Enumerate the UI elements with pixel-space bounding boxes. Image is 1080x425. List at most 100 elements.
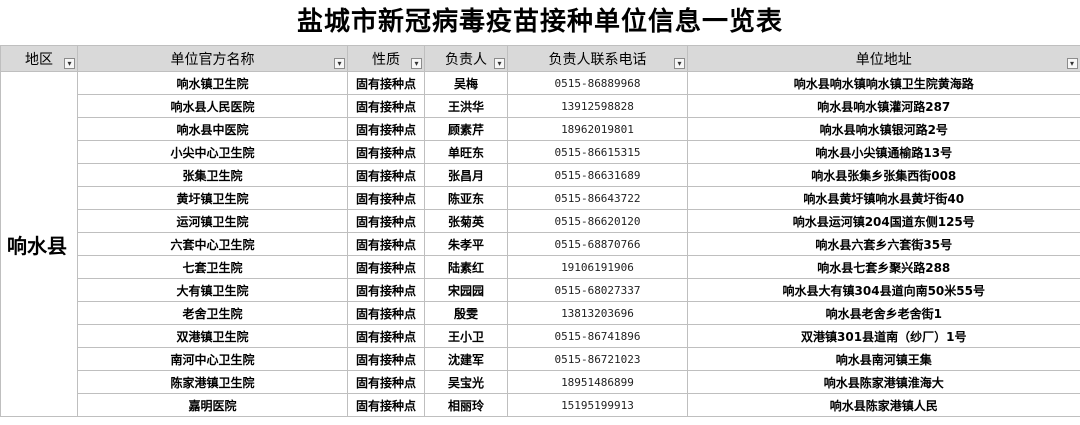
filter-dropdown-icon[interactable]: ▾ — [411, 58, 422, 69]
address-cell[interactable]: 响水县七套乡聚兴路288 — [687, 255, 1080, 279]
table-row: 张集卫生院 固有接种点 张昌月 0515-86631689 响水县张集乡张集西街… — [1, 163, 1080, 187]
person-cell[interactable]: 张昌月 — [424, 163, 508, 187]
nature-cell[interactable]: 固有接种点 — [347, 370, 425, 394]
nature-cell[interactable]: 固有接种点 — [347, 232, 425, 256]
address-cell[interactable]: 响水县六套乡六套街35号 — [687, 232, 1080, 256]
unit-name-cell[interactable]: 嘉明医院 — [77, 393, 348, 417]
person-cell[interactable]: 顾素芹 — [424, 117, 508, 141]
header-address: 单位地址 ▾ — [687, 45, 1080, 72]
person-cell[interactable]: 朱孝平 — [424, 232, 508, 256]
nature-cell[interactable]: 固有接种点 — [347, 163, 425, 187]
filter-dropdown-icon[interactable]: ▾ — [64, 58, 75, 69]
person-cell[interactable]: 吴宝光 — [424, 370, 508, 394]
sheet-title: 盐城市新冠病毒疫苗接种单位信息一览表 — [296, 7, 783, 37]
phone-cell[interactable]: 0515-86615315 — [507, 140, 688, 164]
table-row: 大有镇卫生院 固有接种点 宋园园 0515-68027337 响水县大有镇304… — [1, 278, 1080, 302]
header-nature: 性质 ▾ — [347, 45, 425, 72]
nature-cell[interactable]: 固有接种点 — [347, 255, 425, 279]
phone-cell[interactable]: 0515-86620120 — [507, 209, 688, 233]
address-cell[interactable]: 响水县陈家港镇淮海大 — [687, 370, 1080, 394]
table-row: 七套卫生院 固有接种点 陆素红 19106191906 响水县七套乡聚兴路288 — [1, 255, 1080, 279]
table-row: 双港镇卫生院 固有接种点 王小卫 0515-86741896 双港镇301县道南… — [1, 324, 1080, 348]
unit-name-cell[interactable]: 七套卫生院 — [77, 255, 348, 279]
address-cell[interactable]: 响水县黄圩镇响水县黄圩街40 — [687, 186, 1080, 210]
nature-cell[interactable]: 固有接种点 — [347, 94, 425, 118]
nature-cell[interactable]: 固有接种点 — [347, 117, 425, 141]
table-row: 黄圩镇卫生院 固有接种点 陈亚东 0515-86643722 响水县黄圩镇响水县… — [1, 186, 1080, 210]
header-address-label: 单位地址 — [855, 51, 912, 68]
address-cell[interactable]: 响水县陈家港镇人民 — [687, 393, 1080, 417]
unit-name-cell[interactable]: 双港镇卫生院 — [77, 324, 348, 348]
person-cell[interactable]: 张菊英 — [424, 209, 508, 233]
nature-cell[interactable]: 固有接种点 — [347, 71, 425, 95]
unit-name-cell[interactable]: 六套中心卫生院 — [77, 232, 348, 256]
nature-cell[interactable]: 固有接种点 — [347, 324, 425, 348]
unit-name-cell[interactable]: 南河中心卫生院 — [77, 347, 348, 371]
address-cell[interactable]: 响水县响水镇灌河路287 — [687, 94, 1080, 118]
unit-name-cell[interactable]: 老舍卫生院 — [77, 301, 348, 325]
nature-cell[interactable]: 固有接种点 — [347, 209, 425, 233]
person-cell[interactable]: 陈亚东 — [424, 186, 508, 210]
header-row: 地区 ▾ 单位官方名称 ▾ 性质 ▾ 负责人 ▾ 负责人联系电话 ▾ 单位地址 … — [0, 45, 1080, 72]
address-cell[interactable]: 响水县大有镇304县道向南50米55号 — [687, 278, 1080, 302]
person-cell[interactable]: 陆素红 — [424, 255, 508, 279]
header-region-label: 地区 — [25, 51, 53, 68]
phone-cell[interactable]: 0515-86889968 — [507, 71, 688, 95]
header-phone-label: 负责人联系电话 — [548, 51, 647, 68]
person-cell[interactable]: 吴梅 — [424, 71, 508, 95]
unit-name-cell[interactable]: 陈家港镇卫生院 — [77, 370, 348, 394]
person-cell[interactable]: 宋园园 — [424, 278, 508, 302]
header-region: 地区 ▾ — [0, 45, 78, 72]
phone-cell[interactable]: 13813203696 — [507, 301, 688, 325]
region-cell[interactable]: 响水县 — [0, 71, 78, 417]
nature-cell[interactable]: 固有接种点 — [347, 347, 425, 371]
unit-name-cell[interactable]: 响水镇卫生院 — [77, 71, 348, 95]
person-cell[interactable]: 殷雯 — [424, 301, 508, 325]
unit-name-cell[interactable]: 响水县中医院 — [77, 117, 348, 141]
phone-cell[interactable]: 18951486899 — [507, 370, 688, 394]
nature-cell[interactable]: 固有接种点 — [347, 140, 425, 164]
unit-name-cell[interactable]: 张集卫生院 — [77, 163, 348, 187]
table-row: 陈家港镇卫生院 固有接种点 吴宝光 18951486899 响水县陈家港镇淮海大 — [1, 370, 1080, 394]
unit-name-cell[interactable]: 黄圩镇卫生院 — [77, 186, 348, 210]
address-cell[interactable]: 响水县老舍乡老舍街1 — [687, 301, 1080, 325]
phone-cell[interactable]: 19106191906 — [507, 255, 688, 279]
phone-cell[interactable]: 13912598828 — [507, 94, 688, 118]
person-cell[interactable]: 王洪华 — [424, 94, 508, 118]
header-person: 负责人 ▾ — [424, 45, 508, 72]
nature-cell[interactable]: 固有接种点 — [347, 186, 425, 210]
table-row: 六套中心卫生院 固有接种点 朱孝平 0515-68870766 响水县六套乡六套… — [1, 232, 1080, 256]
phone-cell[interactable]: 0515-86631689 — [507, 163, 688, 187]
person-cell[interactable]: 王小卫 — [424, 324, 508, 348]
address-cell[interactable]: 响水县运河镇204国道东侧125号 — [687, 209, 1080, 233]
address-cell[interactable]: 响水县响水镇银河路2号 — [687, 117, 1080, 141]
address-cell[interactable]: 响水县南河镇王集 — [687, 347, 1080, 371]
address-cell[interactable]: 响水县响水镇响水镇卫生院黄海路 — [687, 71, 1080, 95]
phone-cell[interactable]: 0515-86721023 — [507, 347, 688, 371]
person-cell[interactable]: 相丽玲 — [424, 393, 508, 417]
unit-name-cell[interactable]: 响水县人民医院 — [77, 94, 348, 118]
phone-cell[interactable]: 0515-68870766 — [507, 232, 688, 256]
nature-cell[interactable]: 固有接种点 — [347, 393, 425, 417]
nature-cell[interactable]: 固有接种点 — [347, 278, 425, 302]
filter-dropdown-icon[interactable]: ▾ — [494, 58, 505, 69]
unit-name-cell[interactable]: 大有镇卫生院 — [77, 278, 348, 302]
phone-cell[interactable]: 15195199913 — [507, 393, 688, 417]
unit-name-cell[interactable]: 运河镇卫生院 — [77, 209, 348, 233]
person-cell[interactable]: 单旺东 — [424, 140, 508, 164]
filter-dropdown-icon[interactable]: ▾ — [674, 58, 685, 69]
filter-dropdown-icon[interactable]: ▾ — [1066, 58, 1078, 69]
phone-cell[interactable]: 0515-68027337 — [507, 278, 688, 302]
header-person-label: 负责人 — [445, 51, 487, 68]
person-cell[interactable]: 沈建军 — [424, 347, 508, 371]
nature-cell[interactable]: 固有接种点 — [347, 301, 425, 325]
filter-dropdown-icon[interactable]: ▾ — [334, 58, 345, 69]
phone-cell[interactable]: 18962019801 — [507, 117, 688, 141]
phone-cell[interactable]: 0515-86643722 — [507, 186, 688, 210]
address-cell[interactable]: 双港镇301县道南（纱厂）1号 — [687, 324, 1080, 348]
table-row: 嘉明医院 固有接种点 相丽玲 15195199913 响水县陈家港镇人民 — [1, 393, 1080, 417]
address-cell[interactable]: 响水县张集乡张集西街008 — [687, 163, 1080, 187]
phone-cell[interactable]: 0515-86741896 — [507, 324, 688, 348]
address-cell[interactable]: 响水县小尖镇通榆路13号 — [687, 140, 1080, 164]
unit-name-cell[interactable]: 小尖中心卫生院 — [77, 140, 348, 164]
